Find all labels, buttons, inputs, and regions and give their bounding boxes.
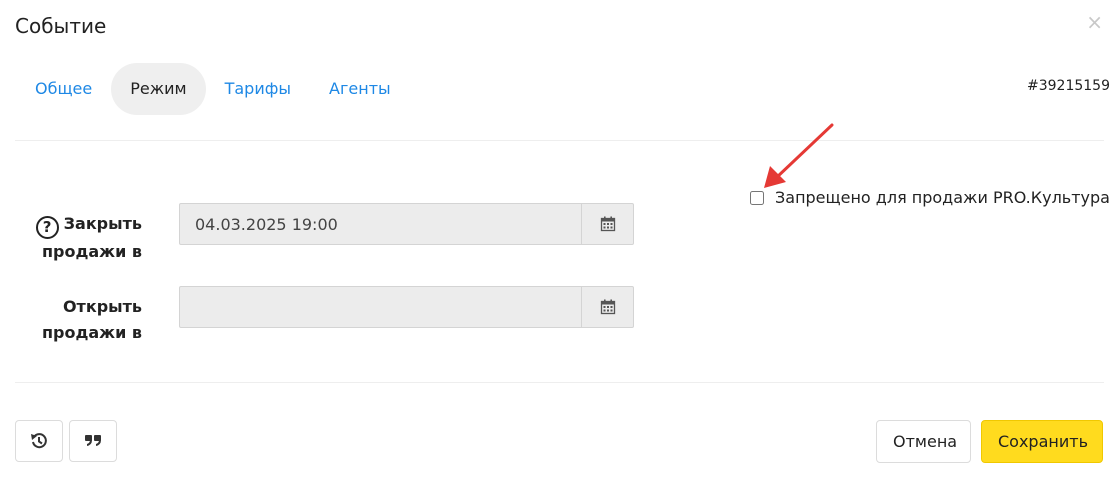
tab-bar: Общее Режим Тарифы Агенты <box>16 63 410 115</box>
tab-general[interactable]: Общее <box>16 63 111 115</box>
history-button[interactable] <box>15 420 63 462</box>
open-sales-label-line2: продажи в <box>41 323 142 342</box>
divider-bottom <box>15 382 1104 383</box>
close-icon[interactable]: × <box>1086 12 1103 32</box>
quote-button[interactable] <box>69 420 117 462</box>
tab-mode[interactable]: Режим <box>111 63 206 115</box>
red-arrow-annotation <box>764 123 834 188</box>
calendar-icon <box>600 216 615 232</box>
prohibited-checkbox-row[interactable]: Запрещено для продажи PRO.Культура <box>750 188 1110 207</box>
open-sales-label-line1: Открыть <box>62 297 142 316</box>
calendar-icon <box>600 299 615 315</box>
close-sales-label-line1: Закрыть <box>63 214 142 233</box>
open-sales-label: Открыть продажи в <box>30 294 142 346</box>
prohibited-checkbox[interactable] <box>750 190 764 205</box>
question-circle-icon[interactable]: ? <box>35 216 59 239</box>
close-sales-label: ? Закрыть продажи в <box>30 211 142 265</box>
close-sales-calendar-button[interactable] <box>581 204 633 244</box>
divider-top <box>15 140 1104 141</box>
close-sales-input[interactable] <box>180 204 581 244</box>
cancel-button[interactable]: Отмена <box>876 420 971 463</box>
event-id: #39215159 <box>1027 78 1110 94</box>
dialog-title: Событие <box>15 14 107 38</box>
tab-agents[interactable]: Агенты <box>310 63 410 115</box>
close-sales-label-line2: продажи в <box>41 242 142 261</box>
save-button[interactable]: Сохранить <box>981 420 1103 463</box>
quote-icon <box>85 435 101 446</box>
open-sales-field <box>179 286 634 328</box>
open-sales-calendar-button[interactable] <box>581 287 633 327</box>
history-icon <box>31 433 47 449</box>
open-sales-input[interactable] <box>180 287 581 327</box>
close-sales-field <box>179 203 634 245</box>
tab-tariffs[interactable]: Тарифы <box>206 63 310 115</box>
prohibited-checkbox-label: Запрещено для продажи PRO.Культура <box>775 188 1110 207</box>
